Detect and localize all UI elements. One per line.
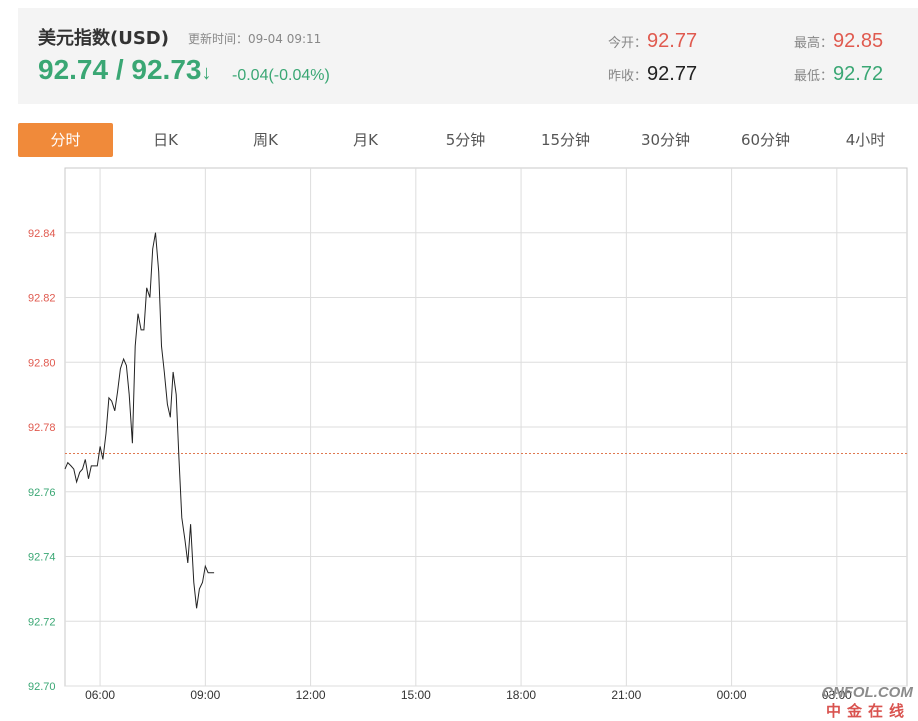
y-tick-label: 92.74: [28, 552, 56, 564]
y-tick-label: 92.80: [28, 357, 56, 369]
x-tick-label: 15:00: [401, 688, 431, 702]
x-tick-label: 18:00: [506, 688, 536, 702]
y-tick-label: 92.72: [28, 616, 56, 628]
y-tick-label: 92.84: [28, 228, 56, 240]
y-tick-label: 92.70: [28, 681, 56, 693]
y-tick-label: 92.78: [28, 422, 56, 434]
x-tick-label: 21:00: [611, 688, 641, 702]
y-tick-label: 92.76: [28, 487, 56, 499]
y-tick-label: 92.82: [28, 293, 56, 305]
x-tick-label: 06:00: [85, 688, 115, 702]
x-tick-label: 09:00: [190, 688, 220, 702]
watermark-text: 中金在线: [826, 702, 911, 720]
x-tick-label: 12:00: [296, 688, 326, 702]
x-tick-label: 00:00: [717, 688, 747, 702]
intraday-chart[interactable]: 06:00 09:00 12:00 15:00 18:00 21:00 00:00 03:00…: [0, 0, 918, 719]
cnfol-logo: CNFOL.COM: [822, 684, 913, 701]
